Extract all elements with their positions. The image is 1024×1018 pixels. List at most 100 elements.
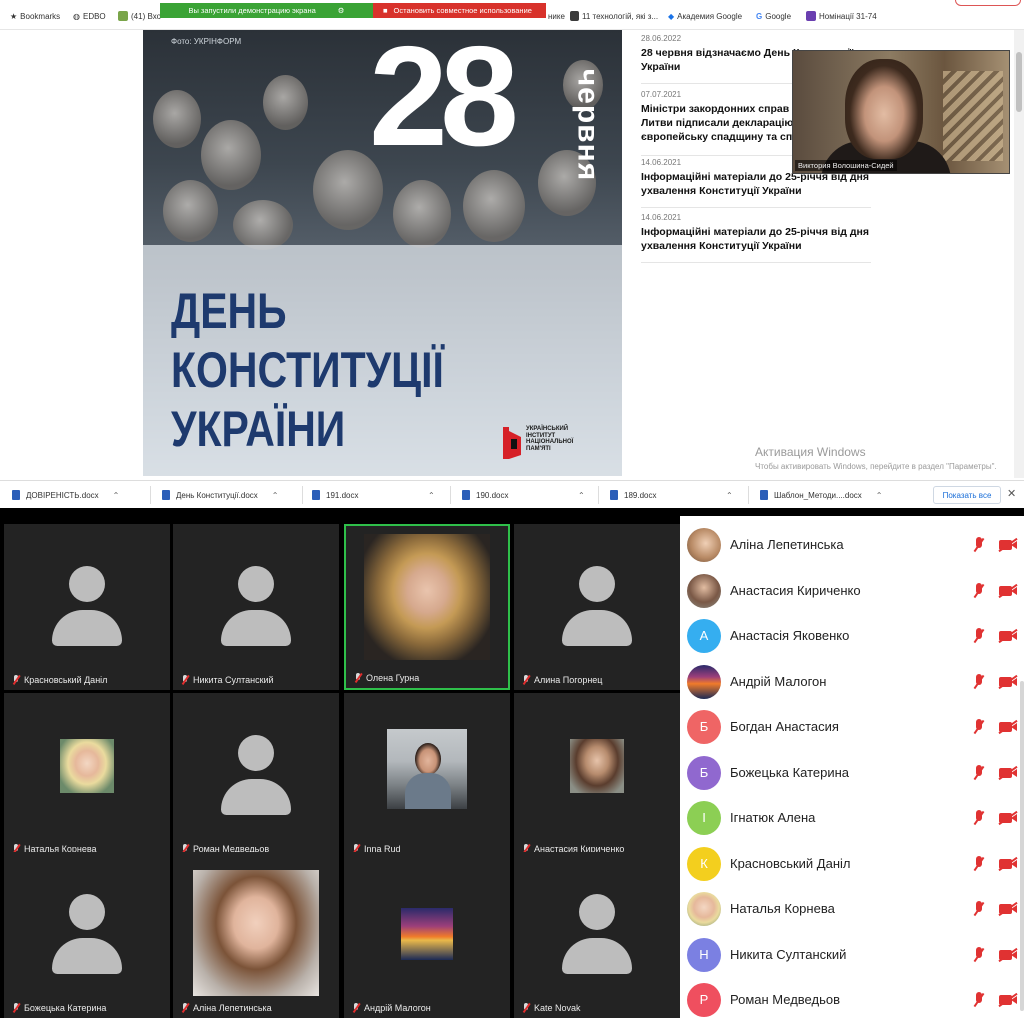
mic-muted-icon[interactable] [972, 764, 986, 782]
mic-muted-icon[interactable] [972, 900, 986, 918]
globe-icon: ◍ [73, 11, 80, 21]
mic-muted-icon[interactable] [972, 809, 986, 827]
mic-muted-icon[interactable] [972, 991, 986, 1009]
mic-muted-icon [352, 1003, 360, 1013]
chevron-up-icon[interactable]: ⌃ [113, 491, 120, 500]
download-item[interactable]: 191.docx ⌃ [312, 481, 435, 508]
video-tile[interactable]: Никита Султанский [173, 524, 339, 690]
camera-off-icon[interactable] [997, 627, 1019, 645]
download-item[interactable]: 189.docx ⌃ [610, 481, 733, 508]
constitution-day-poster: Фото: УКРІНФОРМ 28 червня ДЕНЬ КОНСТИТУЦ… [143, 30, 622, 476]
video-tile[interactable]: Андрій Малогон [344, 852, 510, 1018]
participant-row[interactable]: Наталья Корнева [680, 886, 1024, 931]
bookmark-item[interactable]: G Google [756, 9, 791, 23]
video-tile[interactable]: Inna Rud [344, 693, 510, 859]
chevron-up-icon[interactable]: ⌃ [876, 491, 883, 500]
participant-row[interactable]: Аліна Лепетинська [680, 522, 1024, 567]
participant-avatar: Б [687, 755, 721, 790]
camera-off-icon[interactable] [997, 582, 1019, 600]
mic-muted-icon[interactable] [972, 536, 986, 554]
camera-off-icon[interactable] [997, 809, 1019, 827]
user-placeholder-icon [562, 894, 632, 976]
camera-off-icon[interactable] [997, 855, 1019, 873]
mic-muted-icon [12, 1003, 20, 1013]
mic-muted-icon [181, 675, 189, 685]
star-icon: ★ [10, 11, 18, 21]
download-item[interactable]: 190.docx ⌃ [462, 481, 585, 508]
camera-off-icon[interactable] [997, 536, 1019, 554]
participant-photo [364, 534, 490, 660]
mic-muted-icon[interactable] [972, 673, 986, 691]
download-item[interactable]: День Конституції.docx ⌃ [162, 481, 279, 508]
settings-icon[interactable]: ⚙ [338, 6, 345, 15]
participant-row[interactable]: А Анастасія Яковенко [680, 613, 1024, 658]
video-tile[interactable]: Kate Novak [514, 852, 680, 1018]
stop-icon: ■ [383, 6, 388, 15]
mic-muted-icon [181, 1003, 189, 1013]
show-all-downloads-button[interactable]: Показать все [933, 486, 1001, 504]
poster-title-line: УКРАЇНИ [171, 401, 346, 457]
participant-photo [193, 870, 319, 996]
participant-row[interactable]: Андрій Малогон [680, 659, 1024, 704]
share-status: Вы запустили демонстрацию экрана ⚙ [160, 3, 373, 18]
video-tile[interactable]: Роман Медведьов [173, 693, 339, 859]
participant-row[interactable]: І Ігнатюк Алена [680, 795, 1024, 840]
presenter-name: Виктория Волошина-Сидей [795, 160, 897, 171]
download-item[interactable]: Шаблон_Методи....docx ⌃ [760, 481, 883, 508]
news-item[interactable]: 14.06.2021 Інформаційні матеріали до 25-… [641, 213, 871, 263]
download-item[interactable]: ДОВІРЕНІСТЬ.docx ⌃ [12, 481, 119, 508]
bookmark-item[interactable]: ◆ Академия Google [668, 9, 742, 23]
mic-muted-icon[interactable] [972, 946, 986, 964]
camera-off-icon[interactable] [997, 718, 1019, 736]
word-doc-icon [12, 490, 20, 500]
participant-row[interactable]: Н Никита Султанский [680, 932, 1024, 977]
presenter-video[interactable]: Виктория Волошина-Сидей [792, 50, 1010, 174]
video-tile[interactable]: Наталья Корнева [4, 693, 170, 859]
mic-muted-icon[interactable] [972, 718, 986, 736]
poster-month: червня [571, 68, 604, 182]
chevron-up-icon[interactable]: ⌃ [578, 491, 585, 500]
camera-off-icon[interactable] [997, 673, 1019, 691]
mail-icon [118, 11, 128, 21]
participant-avatar [687, 891, 721, 926]
participant-row[interactable]: Б Божецька Катерина [680, 750, 1024, 795]
chevron-up-icon[interactable]: ⌃ [272, 491, 279, 500]
photo-credit: Фото: УКРІНФОРМ [171, 37, 242, 46]
stop-sharing-button[interactable]: ■ Остановить совместное использование [373, 3, 546, 18]
video-tile-active-speaker[interactable]: Олена Гурна [344, 524, 510, 690]
participant-row[interactable]: К Красновський Даніл [680, 841, 1024, 886]
user-placeholder-icon [221, 735, 291, 817]
chevron-up-icon[interactable]: ⌃ [726, 491, 733, 500]
bookmark-item[interactable]: нике [548, 9, 565, 23]
video-tile[interactable]: Аліна Лепетинська [173, 852, 339, 1018]
windows-activation-watermark: Активация Windows Чтобы активировать Win… [755, 445, 997, 471]
video-tile[interactable]: Красновський Даніл [4, 524, 170, 690]
bookmark-item[interactable]: (41) Вхо [118, 9, 161, 23]
screen-share-bar: Вы запустили демонстрацию экрана ⚙ ■ Ост… [160, 3, 546, 18]
bookmark-item[interactable]: 11 технологій, які з... [570, 9, 658, 23]
bookmark-item[interactable]: ◍ EDBO [73, 9, 106, 23]
video-tile[interactable]: Божецька Катерина [4, 852, 170, 1018]
camera-off-icon[interactable] [997, 764, 1019, 782]
participant-row[interactable]: Р Роман Медведьов [680, 977, 1024, 1018]
video-grid: Красновський Даніл Никита Султанский Оле… [0, 516, 680, 1018]
uinp-logo-icon [503, 427, 521, 459]
camera-off-icon[interactable] [997, 946, 1019, 964]
chevron-up-icon[interactable]: ⌃ [428, 491, 435, 500]
mic-muted-icon[interactable] [972, 855, 986, 873]
mic-muted-icon[interactable] [972, 582, 986, 600]
mic-muted-icon[interactable] [972, 627, 986, 645]
video-tile[interactable]: Алина Погорнец [514, 524, 680, 690]
camera-off-icon[interactable] [997, 900, 1019, 918]
profile-button[interactable] [955, 0, 1021, 6]
close-downloads-icon[interactable]: ✕ [1007, 487, 1016, 500]
camera-off-icon[interactable] [997, 991, 1019, 1009]
participant-row[interactable]: Б Богдан Анастасия [680, 704, 1024, 749]
participants-scrollbar[interactable] [1020, 681, 1024, 1011]
bookmark-item[interactable]: ★ Bookmarks [10, 9, 60, 23]
participant-avatar: Н [687, 937, 721, 972]
page-scrollbar[interactable] [1014, 30, 1024, 478]
video-tile[interactable]: Анастасия Кириченко [514, 693, 680, 859]
bookmark-item[interactable]: Номінації 31-74 [806, 9, 877, 23]
participant-row[interactable]: Анастасия Кириченко [680, 568, 1024, 613]
